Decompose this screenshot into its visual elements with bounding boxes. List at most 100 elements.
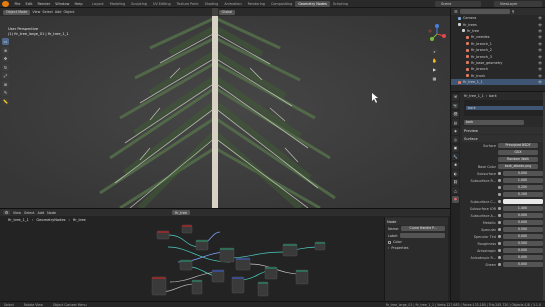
- socket-icon[interactable]: [498, 235, 501, 238]
- outliner-type-icon[interactable]: ☰: [454, 9, 458, 14]
- node-menu-view[interactable]: View: [13, 211, 21, 215]
- pan-hand-icon[interactable]: ✋: [431, 57, 438, 64]
- preview-section-header[interactable]: Preview: [462, 127, 545, 134]
- node-section-header[interactable]: Node: [385, 218, 448, 225]
- move-icon[interactable]: ✥: [2, 55, 9, 62]
- mode-dropdown[interactable]: Object Mode: [3, 9, 31, 15]
- constraints-tab-icon[interactable]: ⛓: [452, 178, 459, 186]
- material-slot-item[interactable]: bark: [466, 106, 544, 110]
- socket-icon[interactable]: [498, 263, 501, 266]
- scale-icon[interactable]: ⤢: [2, 72, 9, 79]
- visibility-eye-icon[interactable]: 👁: [538, 35, 545, 39]
- node-name-field[interactable]: Curve Handle P...: [401, 226, 445, 231]
- modifier-tab-icon[interactable]: 🔧: [452, 153, 459, 160]
- socket-icon[interactable]: [498, 172, 501, 175]
- blender-logo-icon[interactable]: [2, 0, 9, 7]
- bsdf-input-field[interactable]: 0.500: [502, 227, 543, 232]
- viewport-menu-object[interactable]: Object: [63, 10, 74, 14]
- annotate-icon[interactable]: ✎: [2, 89, 9, 96]
- tab-rendering[interactable]: Rendering: [245, 1, 268, 7]
- tab-layout[interactable]: Layout: [89, 1, 107, 7]
- visibility-eye-icon[interactable]: 👁: [538, 80, 545, 84]
- node-menu-node[interactable]: Node: [47, 211, 56, 215]
- tab-modeling[interactable]: Modeling: [107, 1, 128, 7]
- outliner-row[interactable]: fir_tree_1_1 👁: [451, 78, 545, 86]
- tab-uv-editing[interactable]: UV Editing: [150, 1, 174, 7]
- visibility-eye-icon[interactable]: 👁: [538, 29, 545, 33]
- node-properties-row[interactable]: › Properties: [385, 245, 448, 251]
- bsdf-input-field[interactable]: 0.500: [502, 241, 543, 246]
- geometry-node-editor[interactable]: ⚙ View Select Add Node fir_tree fir_tree…: [0, 208, 450, 301]
- socket-icon[interactable]: [498, 221, 501, 224]
- surface-shader-field[interactable]: Principled BSDF: [498, 143, 538, 148]
- node-tree-selector[interactable]: fir_tree: [171, 210, 190, 215]
- render-tab-icon[interactable]: 📷: [452, 102, 459, 109]
- socket-icon[interactable]: [498, 193, 501, 196]
- material-datablock-field[interactable]: bark: [464, 120, 524, 125]
- tab-texture-paint[interactable]: Texture Paint: [174, 1, 202, 7]
- socket-icon[interactable]: [498, 242, 501, 245]
- socket-icon[interactable]: [498, 214, 501, 217]
- bsdf-input-field[interactable]: 0.000: [502, 255, 543, 260]
- rotate-icon[interactable]: ↻: [2, 63, 9, 71]
- menu-render[interactable]: Render: [35, 2, 53, 6]
- breadcrumb-modifier[interactable]: GeometryNodes: [36, 218, 65, 222]
- checkbox-icon[interactable]: [388, 240, 391, 244]
- socket-icon[interactable]: [498, 200, 501, 203]
- data-tab-icon[interactable]: △: [452, 187, 459, 194]
- tab-geometry-nodes[interactable]: Geometry Nodes: [295, 0, 330, 7]
- bsdf-input-field[interactable]: 0.000: [502, 213, 543, 218]
- tool-tab-icon[interactable]: ⚒: [452, 93, 459, 101]
- socket-icon[interactable]: [498, 256, 501, 259]
- tab-shading[interactable]: Shading: [202, 1, 222, 7]
- viewport-menu-add[interactable]: Add: [55, 10, 62, 14]
- bsdf-input-field[interactable]: 0.000: [502, 248, 543, 253]
- transform-icon[interactable]: ⊞: [2, 80, 9, 88]
- bsdf-input-field[interactable]: 0.000: [502, 234, 543, 239]
- camera-view-icon[interactable]: ▶: [431, 66, 438, 73]
- grid-view-icon[interactable]: ▦: [431, 75, 438, 82]
- base-color-texture-field[interactable]: bark_albedo.png: [498, 164, 538, 169]
- subsurface-method-dropdown[interactable]: Random Walk: [498, 157, 538, 162]
- particles-tab-icon[interactable]: ✺: [452, 161, 459, 169]
- physics-tab-icon[interactable]: ◐: [452, 170, 459, 177]
- filter-icon[interactable]: ⚲: [512, 9, 515, 14]
- zoom-icon[interactable]: ⌕: [431, 48, 438, 55]
- orientation-dropdown[interactable]: Global: [218, 9, 236, 15]
- bsdf-input-field[interactable]: [502, 199, 543, 204]
- node-menu-add[interactable]: Add: [38, 211, 45, 215]
- tab-scripting[interactable]: Scripting: [330, 1, 351, 7]
- bsdf-input-field[interactable]: 1.000: [502, 178, 543, 183]
- viewport-menu-view[interactable]: View: [32, 10, 40, 14]
- output-tab-icon[interactable]: 🖨: [452, 110, 459, 118]
- outliner-search-input[interactable]: [459, 9, 510, 14]
- world-tab-icon[interactable]: ◎: [452, 136, 459, 143]
- tab-animation[interactable]: Animation: [221, 1, 244, 7]
- scene-selector[interactable]: Scene: [435, 1, 481, 7]
- measure-icon[interactable]: 📏: [2, 97, 9, 105]
- socket-icon[interactable]: [498, 228, 501, 231]
- menu-window[interactable]: Window: [53, 2, 72, 6]
- bsdf-input-field[interactable]: 0.100: [502, 192, 543, 197]
- visibility-eye-icon[interactable]: 👁: [538, 23, 545, 27]
- select-box-icon[interactable]: ▭: [2, 38, 9, 45]
- visibility-eye-icon[interactable]: 👁: [538, 67, 545, 71]
- menu-help[interactable]: Help: [72, 2, 85, 6]
- node-menu-select[interactable]: Select: [24, 211, 34, 215]
- socket-icon[interactable]: [498, 179, 501, 182]
- cursor-icon[interactable]: ⊕: [2, 46, 9, 54]
- visibility-eye-icon[interactable]: 👁: [538, 61, 545, 65]
- tab-sculpting[interactable]: Sculpting: [128, 1, 150, 7]
- bsdf-input-field[interactable]: 0.000: [502, 171, 543, 176]
- view-layer-tab-icon[interactable]: ▤: [452, 119, 459, 126]
- socket-icon[interactable]: [498, 207, 501, 210]
- bsdf-input-field[interactable]: 0.200: [502, 185, 543, 190]
- scene-tab-icon[interactable]: ◈: [452, 127, 459, 135]
- navigation-gizmo-icon[interactable]: [427, 24, 447, 44]
- material-slot-list[interactable]: bark: [464, 100, 544, 116]
- visibility-eye-icon[interactable]: 👁: [538, 16, 545, 20]
- 3d-viewport[interactable]: Object Mode View Select Add Object Globa…: [0, 8, 450, 208]
- visibility-eye-icon[interactable]: 👁: [538, 48, 545, 52]
- menu-edit[interactable]: Edit: [23, 2, 35, 6]
- node-graph[interactable]: [0, 222, 384, 302]
